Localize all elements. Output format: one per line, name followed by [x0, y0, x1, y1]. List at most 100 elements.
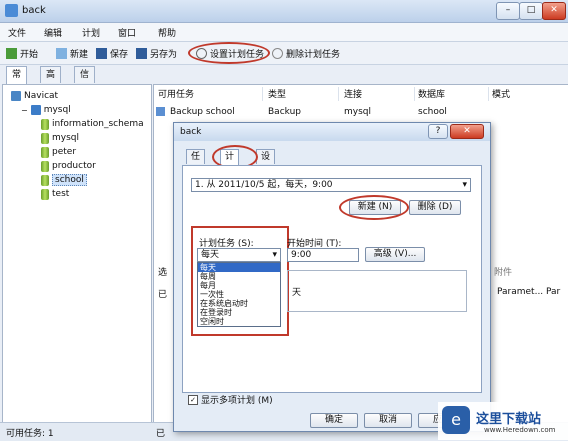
highlight-set-schedule [188, 42, 270, 64]
tree-db-label: mysql [52, 133, 79, 143]
database-icon [41, 118, 49, 130]
save-label: 保存 [110, 49, 129, 60]
toolbar: 开始 新建 保存 另存为 设置计划任务 删除计划任务 [0, 42, 568, 65]
delete-schedule-label: 删除计划任务 [286, 49, 341, 60]
tree-db-label: productor [52, 161, 96, 171]
menu-help[interactable]: 帮助 [158, 26, 176, 39]
lower-label: 选 [158, 268, 168, 278]
menu-schedule[interactable]: 计划 [82, 26, 100, 39]
new-label: 新建 [70, 49, 89, 60]
tree-connection-label: mysql [43, 105, 71, 115]
dialog-tab-settings[interactable]: 设置 [256, 149, 276, 176]
start-button[interactable]: 开始 [6, 45, 38, 61]
menu-bar: 文件 编辑 计划 窗口 帮助 [0, 23, 568, 42]
watermark: e 这里下载站 www.Heredown.com [438, 402, 568, 440]
col-header-connection[interactable]: 连接 [344, 87, 415, 101]
minimize-button[interactable]: – [496, 2, 520, 20]
tree-connection[interactable]: − mysql [11, 103, 144, 117]
col-header-type[interactable]: 类型 [268, 87, 339, 101]
cancel-button[interactable]: 取消 [364, 413, 412, 428]
navicat-icon [11, 91, 21, 101]
tree-root-label: Navicat [24, 91, 59, 101]
close-button[interactable]: ✕ [542, 2, 566, 20]
schedule-detail-box: 天 [287, 270, 467, 312]
save-as-label: 另存为 [150, 49, 178, 60]
chevron-down-icon: ▾ [462, 180, 467, 190]
collapse-icon: − [21, 105, 28, 115]
save-button[interactable]: 保存 [96, 45, 128, 61]
tree-db-item[interactable]: peter [11, 145, 144, 159]
tree-db-label: school [52, 174, 87, 186]
col-header-param2[interactable]: Par [546, 287, 560, 297]
delete-schedule-dialog-button[interactable]: 删除 (D) [409, 200, 461, 215]
menu-edit[interactable]: 编辑 [44, 26, 62, 39]
new-icon [56, 47, 67, 59]
save-as-icon [136, 47, 147, 59]
save-as-button[interactable]: 另存为 [136, 45, 177, 61]
delete-schedule-button[interactable]: 删除计划任务 [272, 45, 340, 61]
status-mid: 已 [156, 429, 166, 439]
connection-tree: Navicat − mysql information_schema mysql… [2, 84, 152, 424]
menu-window[interactable]: 窗口 [118, 26, 136, 39]
tab-log[interactable]: 信息日志 [74, 66, 96, 128]
title-bar: back – □ ✕ [0, 0, 568, 23]
app-icon [5, 4, 18, 17]
cell-database: school [418, 107, 447, 117]
dialog-title-bar: back ? ✕ [174, 123, 490, 141]
database-icon [41, 146, 49, 158]
tab-advanced[interactable]: 高级 [40, 66, 62, 96]
tree-db-label: peter [52, 147, 77, 157]
tree-db-item[interactable]: test [11, 187, 144, 201]
tree-db-item[interactable]: mysql [11, 131, 144, 145]
start-time-input[interactable]: 9:00 [287, 248, 359, 262]
col-header-mode[interactable]: 模式 [492, 87, 562, 101]
new-button[interactable]: 新建 [56, 45, 88, 61]
col-header-param1[interactable]: Paramet... [497, 287, 543, 297]
tree-db-label: information_schema [52, 119, 144, 129]
advanced-button[interactable]: 高级 (V)... [365, 247, 425, 262]
attachment-label: 附件 [494, 268, 513, 278]
dialog-close-button[interactable]: ✕ [450, 124, 484, 139]
table-row[interactable]: Backup school Backup mysql school [156, 105, 566, 119]
multi-schedule-label: 显示多项计划 (M) [201, 396, 273, 406]
col-header-task[interactable]: 可用任务 [158, 87, 263, 101]
tree: Navicat − mysql information_schema mysql… [11, 89, 144, 201]
site-logo-icon: e [442, 406, 470, 434]
cell-connection: mysql [344, 107, 371, 117]
col-header-database[interactable]: 数据库 [418, 87, 489, 101]
clock-delete-icon [272, 47, 283, 59]
backup-icon [156, 107, 165, 116]
tree-root[interactable]: Navicat [11, 89, 144, 103]
window-title: back [22, 5, 46, 16]
play-icon [6, 47, 17, 59]
dialog-body: 1. 从 2011/10/5 起，每天，9:00 ▾ 新建 (N) 删除 (D)… [182, 165, 482, 393]
menu-file[interactable]: 文件 [8, 26, 26, 39]
tree-db-item[interactable]: productor [11, 159, 144, 173]
highlight-schedule-task [191, 226, 289, 336]
database-icon [41, 160, 49, 172]
database-icon [41, 188, 49, 200]
start-label: 开始 [20, 49, 39, 60]
start-time-value: 9:00 [291, 250, 312, 260]
highlight-new-button [339, 195, 409, 220]
schedule-list-combo[interactable]: 1. 从 2011/10/5 起，每天，9:00 ▾ [191, 178, 471, 192]
dialog-title: back [180, 127, 202, 137]
multi-schedule-checkbox[interactable]: ✓ 显示多项计划 (M) [188, 393, 273, 406]
watermark-url: www.Heredown.com [484, 426, 556, 434]
tree-db-item-selected[interactable]: school [11, 173, 144, 187]
dialog-tab-task[interactable]: 任务 [186, 149, 206, 176]
ok-button[interactable]: 确定 [310, 413, 358, 428]
status-task-count: 可用任务: 1 [6, 429, 54, 439]
watermark-title: 这里下载站 [476, 412, 542, 427]
maximize-button[interactable]: □ [519, 2, 543, 20]
schedule-list-value: 1. 从 2011/10/5 起，每天，9:00 [195, 180, 333, 190]
tab-general[interactable]: 常规 [6, 66, 28, 96]
lower-char: 已 [158, 290, 168, 300]
day-text: 天 [292, 288, 302, 298]
tree-db-item[interactable]: information_schema [11, 117, 144, 131]
save-icon [96, 47, 107, 59]
dialog-help-button[interactable]: ? [428, 124, 448, 139]
tree-db-label: test [52, 189, 70, 199]
connection-icon [30, 105, 41, 115]
schedule-dialog: back ? ✕ 任务 计划 设置 1. 从 2011/10/5 起，每天，9:… [173, 122, 491, 432]
